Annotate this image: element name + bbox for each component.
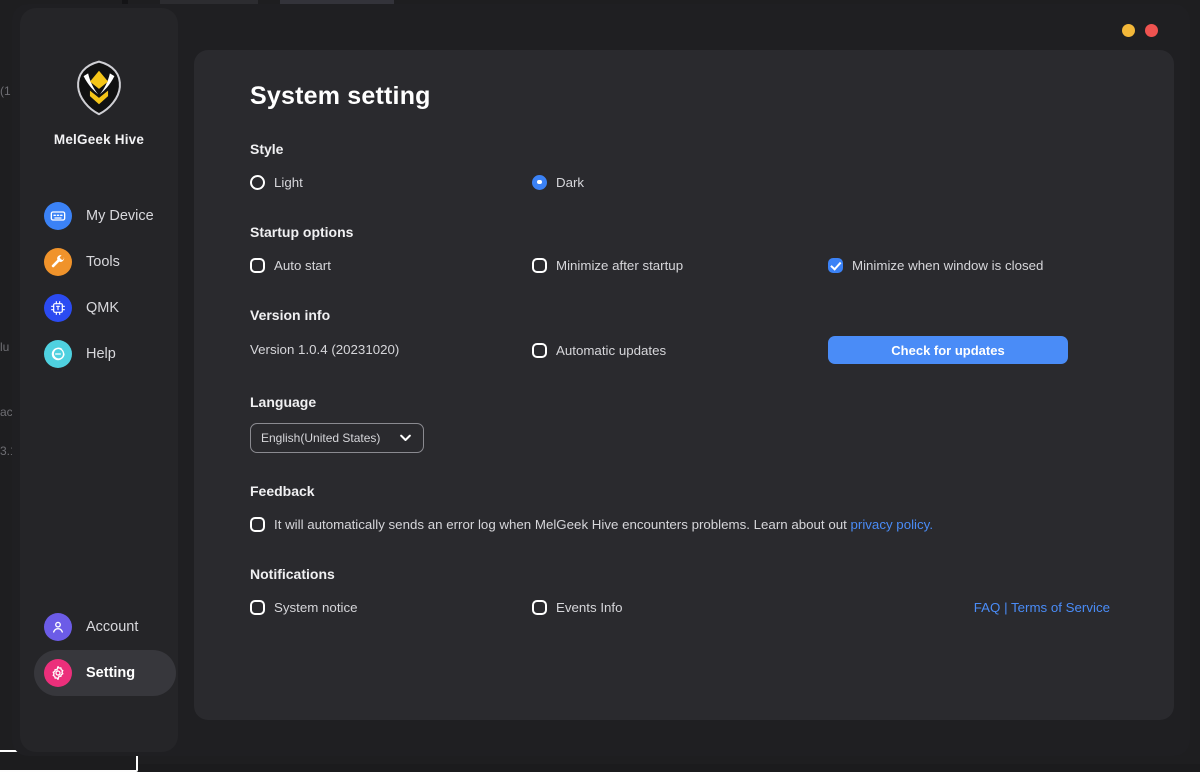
sidebar-item-qmk[interactable]: QMK [34,285,176,331]
section-heading: Notifications [250,566,1118,582]
gear-icon [44,659,72,687]
radio-dark[interactable]: Dark [532,175,828,190]
user-icon [44,613,72,641]
checkbox-error-log[interactable]: It will automatically sends an error log… [250,517,933,532]
section-version-info: Version info Version 1.0.4 (20231020) Au… [250,307,1118,364]
feedback-row: It will automatically sends an error log… [250,512,1118,536]
option-label: Minimize after startup [556,258,683,273]
checkbox-events-info[interactable]: Events Info [532,600,828,615]
notifications-row: System notice Events Info FAQ | Terms of… [250,595,1118,619]
sidebar-item-label: My Device [86,208,154,224]
section-language: Language English(United States) [250,394,1118,453]
checkbox-automatic-updates[interactable]: Automatic updates [532,343,828,358]
chevron-down-icon [398,430,413,447]
language-selected-value: English(United States) [261,431,394,445]
sidebar-item-label: Tools [86,254,120,270]
wrench-icon [44,248,72,276]
bg-text-fragment: lu [0,340,9,354]
option-label: System notice [274,600,358,615]
privacy-policy-link[interactable]: privacy policy. [851,517,934,532]
checkbox-minimize-after-startup[interactable]: Minimize after startup [532,258,828,273]
sidebar-item-tools[interactable]: Tools [34,239,176,285]
section-heading: Style [250,141,1118,157]
terms-of-service-link[interactable]: Terms of Service [1011,600,1110,615]
sidebar-item-label: QMK [86,300,119,316]
footer-links: FAQ | Terms of Service [974,600,1110,615]
section-feedback: Feedback It will automatically sends an … [250,483,1118,536]
settings-panel: System setting Style Light Dark [194,50,1174,720]
close-button[interactable] [1145,24,1158,37]
window-controls [1122,24,1158,37]
section-heading: Feedback [250,483,1118,499]
section-heading: Version info [250,307,1118,323]
feedback-text-wrap: It will automatically sends an error log… [274,517,933,532]
sidebar-item-label: Account [86,619,138,635]
link-separator: | [1000,600,1011,615]
section-startup-options: Startup options Auto start Minimize afte… [250,224,1118,277]
brand: MelGeek Hive [20,58,178,147]
section-notifications: Notifications System notice Events Info … [250,566,1118,619]
app-window: MelGeek Hive My Device Tools [12,4,1190,756]
checkbox-icon [532,600,547,615]
option-label: Light [274,175,303,190]
chat-help-icon [44,340,72,368]
version-row: Version 1.0.4 (20231020) Automatic updat… [250,336,1118,364]
option-label: Minimize when window is closed [852,258,1043,273]
startup-options-row: Auto start Minimize after startup Minimi… [250,253,1118,277]
style-options-row: Light Dark [250,170,1118,194]
bg-text-fragment: ac [0,405,13,419]
sidebar-item-label: Setting [86,665,135,681]
hive-bee-logo-icon [70,58,128,116]
sidebar-item-help[interactable]: Help [34,331,176,377]
section-heading: Language [250,394,1118,410]
faq-link[interactable]: FAQ [974,600,1001,615]
keyboard-icon [44,202,72,230]
feedback-text: It will automatically sends an error log… [274,517,851,532]
option-label: Automatic updates [556,343,666,358]
brand-name: MelGeek Hive [20,132,178,147]
radio-icon [250,175,265,190]
sidebar-nav-main: My Device Tools QMK [20,193,178,377]
page-title: System setting [250,82,1118,111]
language-select[interactable]: English(United States) [250,423,424,453]
checkbox-icon [532,343,547,358]
checkbox-system-notice[interactable]: System notice [250,600,532,615]
bg-text-fragment: (1 [0,84,11,98]
checkbox-icon [250,600,265,615]
radio-icon-checked [532,175,547,190]
section-heading: Startup options [250,224,1118,240]
version-text: Version 1.0.4 (20231020) [250,342,399,357]
minimize-button[interactable] [1122,24,1135,37]
checkbox-icon [250,517,265,532]
sidebar-item-setting[interactable]: Setting [34,650,176,696]
checkbox-icon [250,258,265,273]
sidebar: MelGeek Hive My Device Tools [20,8,178,752]
checkbox-auto-start[interactable]: Auto start [250,258,532,273]
section-style: Style Light Dark [250,141,1118,194]
sidebar-item-account[interactable]: Account [34,604,176,650]
sidebar-item-label: Help [86,346,116,362]
option-label: Events Info [556,600,623,615]
sidebar-item-my-device[interactable]: My Device [34,193,176,239]
radio-light[interactable]: Light [250,175,532,190]
check-for-updates-button[interactable]: Check for updates [828,336,1068,364]
option-label: Dark [556,175,584,190]
chip-icon [44,294,72,322]
checkbox-icon-checked [828,258,843,273]
checkbox-minimize-when-closed[interactable]: Minimize when window is closed [828,258,1118,273]
sidebar-nav-bottom: Account Setting [20,604,178,696]
checkbox-icon [532,258,547,273]
option-label: Auto start [274,258,331,273]
